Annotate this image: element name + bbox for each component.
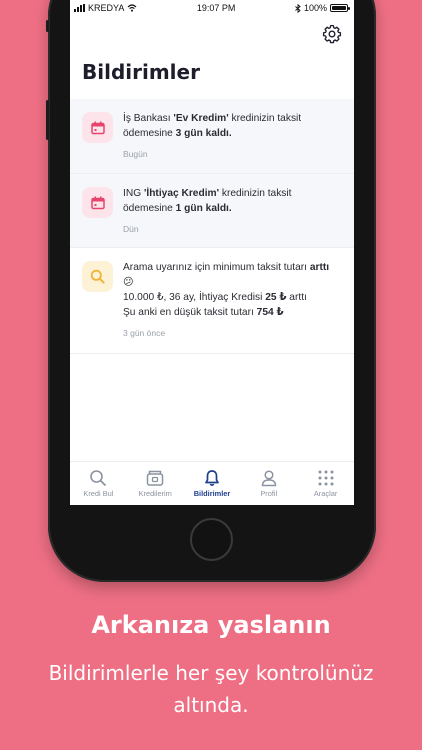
tab-bildirimler[interactable]: Bildirimler — [184, 462, 241, 505]
user-icon — [261, 470, 277, 487]
calendar-icon — [82, 187, 113, 218]
notification-time: Bugün — [123, 149, 148, 159]
calendar-icon — [82, 112, 113, 143]
search-icon — [82, 261, 113, 292]
home-button[interactable] — [190, 518, 233, 561]
notification-time: 3 gün önce — [123, 328, 166, 338]
tab-kredi-bul[interactable]: Kredi Bul — [70, 462, 127, 505]
battery-percent: 100% — [303, 3, 327, 13]
confused-emoji: 😕 — [123, 277, 134, 288]
tab-label: Profil — [260, 489, 278, 498]
tab-profil[interactable]: Profil — [240, 462, 297, 505]
clock: 19:07 PM — [196, 3, 236, 13]
phone-side-button — [46, 20, 49, 32]
notification-time: Dün — [123, 224, 139, 234]
wifi-icon — [127, 4, 137, 12]
tab-label: Kredilerim — [138, 489, 172, 498]
promo-subline: Bildirimlerle her şey kontrolünüz altınd… — [48, 661, 374, 717]
promo-headline: Arkanıza yaslanın — [91, 611, 331, 639]
tab-label: Bildirimler — [193, 489, 231, 498]
phone-screen: KREDYA 19:07 PM 100% Bildirimler İş Bank… — [70, 0, 354, 505]
notification-item[interactable]: ING 'İhtiyaç Kredim' kredinizin taksit ö… — [70, 174, 354, 248]
signal-icon — [74, 4, 85, 12]
notification-list: İş Bankası 'Ev Kredim' kredinizin taksit… — [70, 99, 354, 354]
page-title: Bildirimler — [82, 60, 200, 84]
tab-label: Araçlar — [313, 489, 338, 498]
tab-label: Kredi Bul — [83, 489, 114, 498]
tab-kredilerim[interactable]: Kredilerim — [127, 462, 184, 505]
bell-icon — [205, 470, 219, 486]
status-bar: KREDYA 19:07 PM 100% — [70, 0, 354, 16]
wallet-icon — [146, 470, 164, 486]
gear-icon[interactable] — [322, 24, 342, 44]
search-icon — [90, 470, 107, 486]
notification-text: İş Bankası 'Ev Kredim' kredinizin taksit… — [123, 113, 302, 139]
carrier-label: KREDYA — [88, 3, 125, 13]
battery-icon — [330, 4, 350, 12]
tab-bar: Kredi Bul Kredilerim Bildirimler Profil … — [70, 461, 354, 505]
notification-item[interactable]: Arama uyarınız için minimum taksit tutar… — [70, 248, 354, 354]
notification-item[interactable]: İş Bankası 'Ev Kredim' kredinizin taksit… — [70, 99, 354, 174]
grid-icon — [318, 470, 334, 486]
top-bar — [70, 16, 354, 50]
phone-side-button — [46, 100, 49, 140]
tab-araclar[interactable]: Araçlar — [297, 462, 354, 505]
notification-text: Arama uyarınız için minimum taksit tutar… — [123, 262, 330, 318]
bluetooth-icon — [295, 3, 301, 13]
notification-text: ING 'İhtiyaç Kredim' kredinizin taksit ö… — [123, 188, 292, 214]
